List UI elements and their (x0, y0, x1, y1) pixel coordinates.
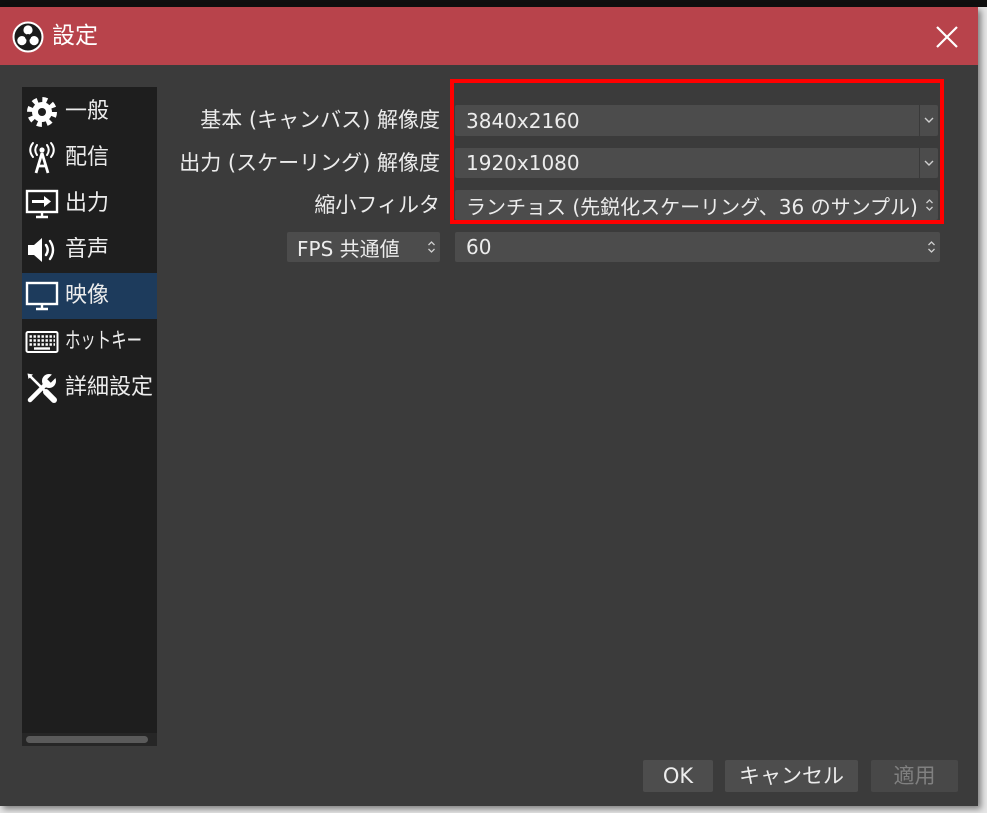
output-resolution-value: 1920x1080 (466, 151, 580, 175)
base-resolution-value: 3840x2160 (466, 108, 580, 133)
sidebar-item-label: 詳細設定 (65, 375, 154, 400)
chevron-down-icon (924, 160, 934, 166)
base-resolution-dropdown-button[interactable] (919, 105, 938, 136)
cancel-button[interactable]: キャンセル (725, 760, 858, 792)
output-resolution-dropdown-button[interactable] (919, 148, 938, 178)
top-edge (0, 0, 987, 7)
chevron-down-icon (924, 117, 934, 123)
output-resolution-label: 出力 (スケーリング) 解像度 (179, 151, 440, 175)
ok-button[interactable]: OK (643, 760, 713, 792)
up-down-chevron-icon (427, 241, 435, 253)
broadcast-antenna-icon (29, 142, 55, 174)
fps-value: 60 (466, 235, 492, 259)
scrollbar-thumb[interactable] (26, 736, 148, 743)
obs-logo-icon (12, 21, 44, 53)
fps-value-dropdown-button[interactable] (922, 232, 940, 262)
sidebar-item-label: 音声 (65, 237, 110, 262)
base-resolution-combo[interactable]: 3840x2160 (455, 105, 938, 136)
downscale-filter-value: ランチョス (先鋭化スケーリング、36 のサンプル) (466, 194, 918, 219)
output-resolution-combo[interactable]: 1920x1080 (455, 148, 938, 178)
sidebar-item-audio[interactable]: 音声 (22, 227, 157, 273)
downscale-filter-dropdown-button[interactable] (920, 190, 938, 220)
sidebar-item-label: ホットキー (65, 329, 143, 354)
sidebar-item-hotkeys[interactable]: ホットキー (22, 319, 157, 365)
fps-value-combo[interactable]: 60 (455, 232, 940, 262)
settings-category-list[interactable]: 一般 配信 出力 音声 映像 ホットキー 詳細設定 (22, 87, 157, 746)
fps-type-value: FPS 共通値 (297, 236, 400, 261)
sidebar-item-label: 映像 (65, 283, 110, 308)
fps-type-dropdown-button[interactable] (422, 232, 440, 262)
close-icon (936, 26, 958, 48)
fps-type-combo[interactable]: FPS 共通値 (287, 232, 440, 262)
monitor-icon (25, 281, 59, 311)
settings-window: 設定 一般 配信 出力 音声 映像 ホットキー 詳細設定 基本 (キャンバス) … (0, 7, 978, 806)
up-down-chevron-icon (925, 199, 933, 211)
sidebar-horizontal-scrollbar[interactable] (22, 733, 157, 746)
keyboard-icon (25, 331, 59, 353)
sidebar-item-video[interactable]: 映像 (22, 273, 157, 319)
tools-icon (27, 372, 58, 403)
up-down-chevron-icon (927, 241, 935, 253)
window-title: 設定 (52, 23, 98, 49)
title-bar[interactable]: 設定 (0, 7, 978, 65)
sidebar-item-advanced[interactable]: 詳細設定 (22, 365, 157, 411)
close-button[interactable] (930, 20, 964, 54)
gear-icon (27, 97, 57, 127)
downscale-filter-combo[interactable]: ランチョス (先鋭化スケーリング、36 のサンプル) (455, 190, 938, 220)
output-monitor-icon (25, 189, 59, 219)
downscale-filter-label: 縮小フィルタ (314, 193, 440, 217)
speaker-icon (28, 238, 55, 262)
base-resolution-label: 基本 (キャンバス) 解像度 (200, 108, 440, 132)
apply-button[interactable]: 適用 (871, 760, 958, 792)
